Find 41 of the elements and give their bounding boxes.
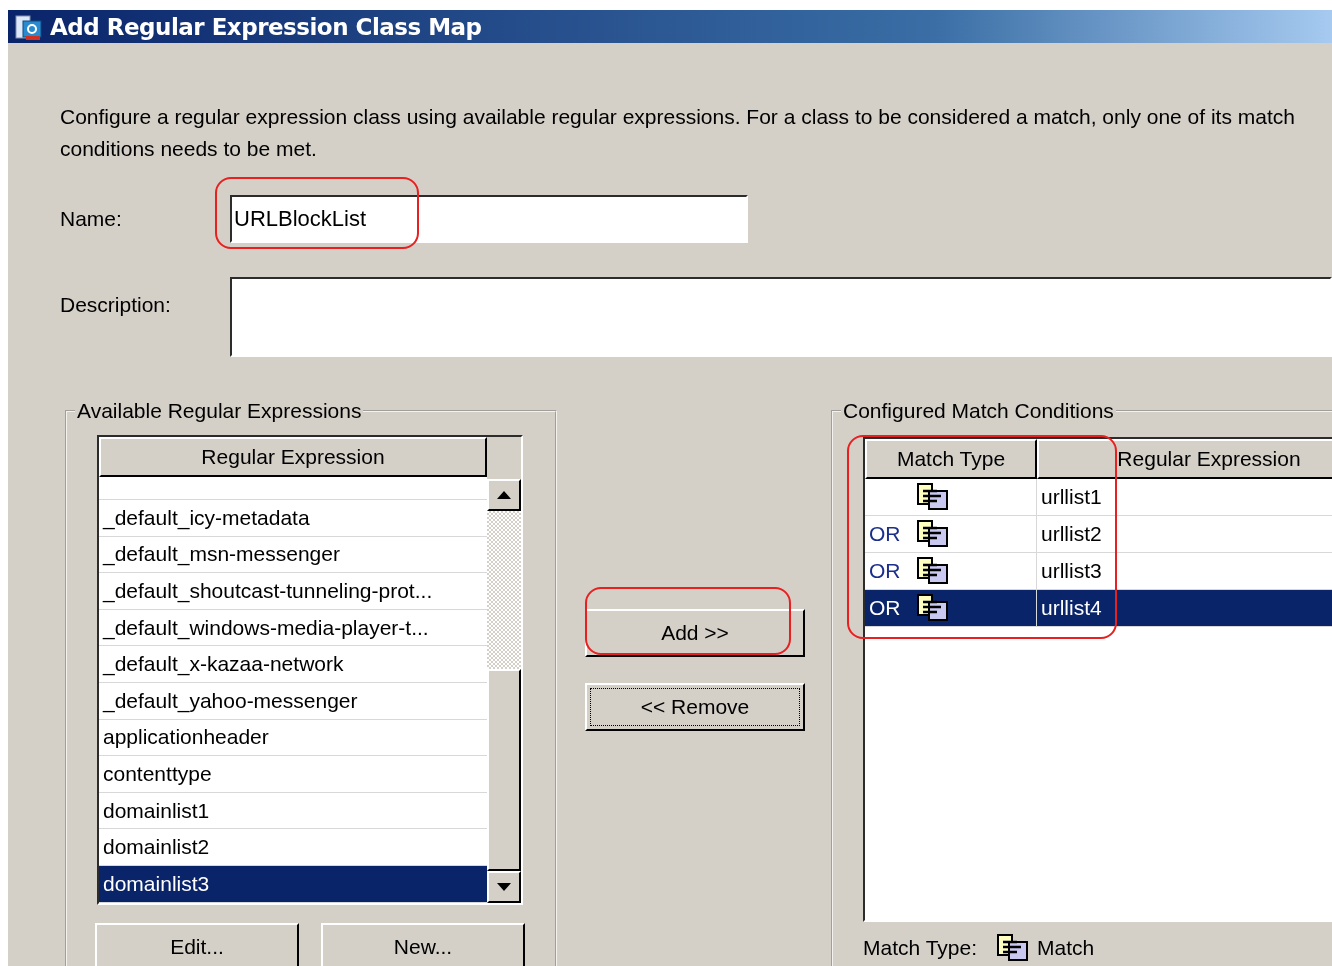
window-title: Add Regular Expression Class Map bbox=[50, 13, 482, 40]
name-label: Name: bbox=[60, 206, 123, 231]
document-list-icon bbox=[917, 594, 951, 622]
table-row[interactable]: urllist1 bbox=[865, 479, 1332, 516]
table-cell-text: urllist3 bbox=[1040, 558, 1102, 584]
match-type-value: Match bbox=[1037, 936, 1095, 960]
document-list-icon bbox=[997, 934, 1031, 962]
operator-text: OR bbox=[869, 522, 902, 546]
table-cell-text: urllist1 bbox=[1040, 484, 1102, 510]
scroll-thumb[interactable] bbox=[487, 669, 521, 871]
down-arrow-icon bbox=[497, 882, 511, 891]
group-title: Available Regular Expressions bbox=[76, 399, 363, 423]
match-type-label: Match Type: bbox=[863, 936, 977, 960]
scroll-down-button[interactable] bbox=[487, 870, 521, 903]
column-header[interactable]: Match Type bbox=[865, 439, 1037, 479]
description-label: Description: bbox=[60, 292, 172, 317]
remove-button[interactable]: << Remove bbox=[585, 683, 805, 731]
scrollbar[interactable] bbox=[487, 437, 521, 903]
list-item[interactable]: domainlist3 bbox=[99, 865, 487, 903]
list-action-button[interactable]: New... bbox=[321, 922, 525, 966]
document-list-icon bbox=[917, 483, 951, 511]
column-header[interactable]: Regular Expression bbox=[1037, 439, 1332, 479]
table-row[interactable]: OR urllist3 bbox=[865, 553, 1332, 590]
instructions-text: Configure a regular expression class using available regular expressions. For a class to be considered a match, only one of its match conditions needs to be met. bbox=[60, 104, 1296, 162]
description-field[interactable] bbox=[230, 277, 1332, 357]
table-row[interactable]: OR urllist2 bbox=[865, 516, 1332, 553]
document-list-icon bbox=[917, 557, 951, 585]
group-title: Configured Match Conditions bbox=[842, 399, 1115, 423]
name-field[interactable]: URLBlockList bbox=[230, 195, 748, 243]
add-button[interactable]: Add >> bbox=[585, 609, 805, 657]
table-cell-text: urllist4 bbox=[1040, 595, 1102, 621]
operator-text: OR bbox=[869, 559, 902, 583]
scroll-up-button[interactable] bbox=[487, 479, 521, 511]
list-action-button[interactable]: Edit... bbox=[95, 922, 299, 966]
column-header[interactable]: Regular Expression bbox=[99, 437, 487, 477]
table-cell-text: urllist2 bbox=[1040, 521, 1102, 547]
app-icon bbox=[14, 12, 44, 41]
table-row[interactable]: OR urllist4 bbox=[865, 590, 1332, 627]
operator-text: OR bbox=[869, 596, 902, 620]
up-arrow-icon bbox=[497, 491, 511, 499]
document-list-icon bbox=[917, 520, 951, 548]
